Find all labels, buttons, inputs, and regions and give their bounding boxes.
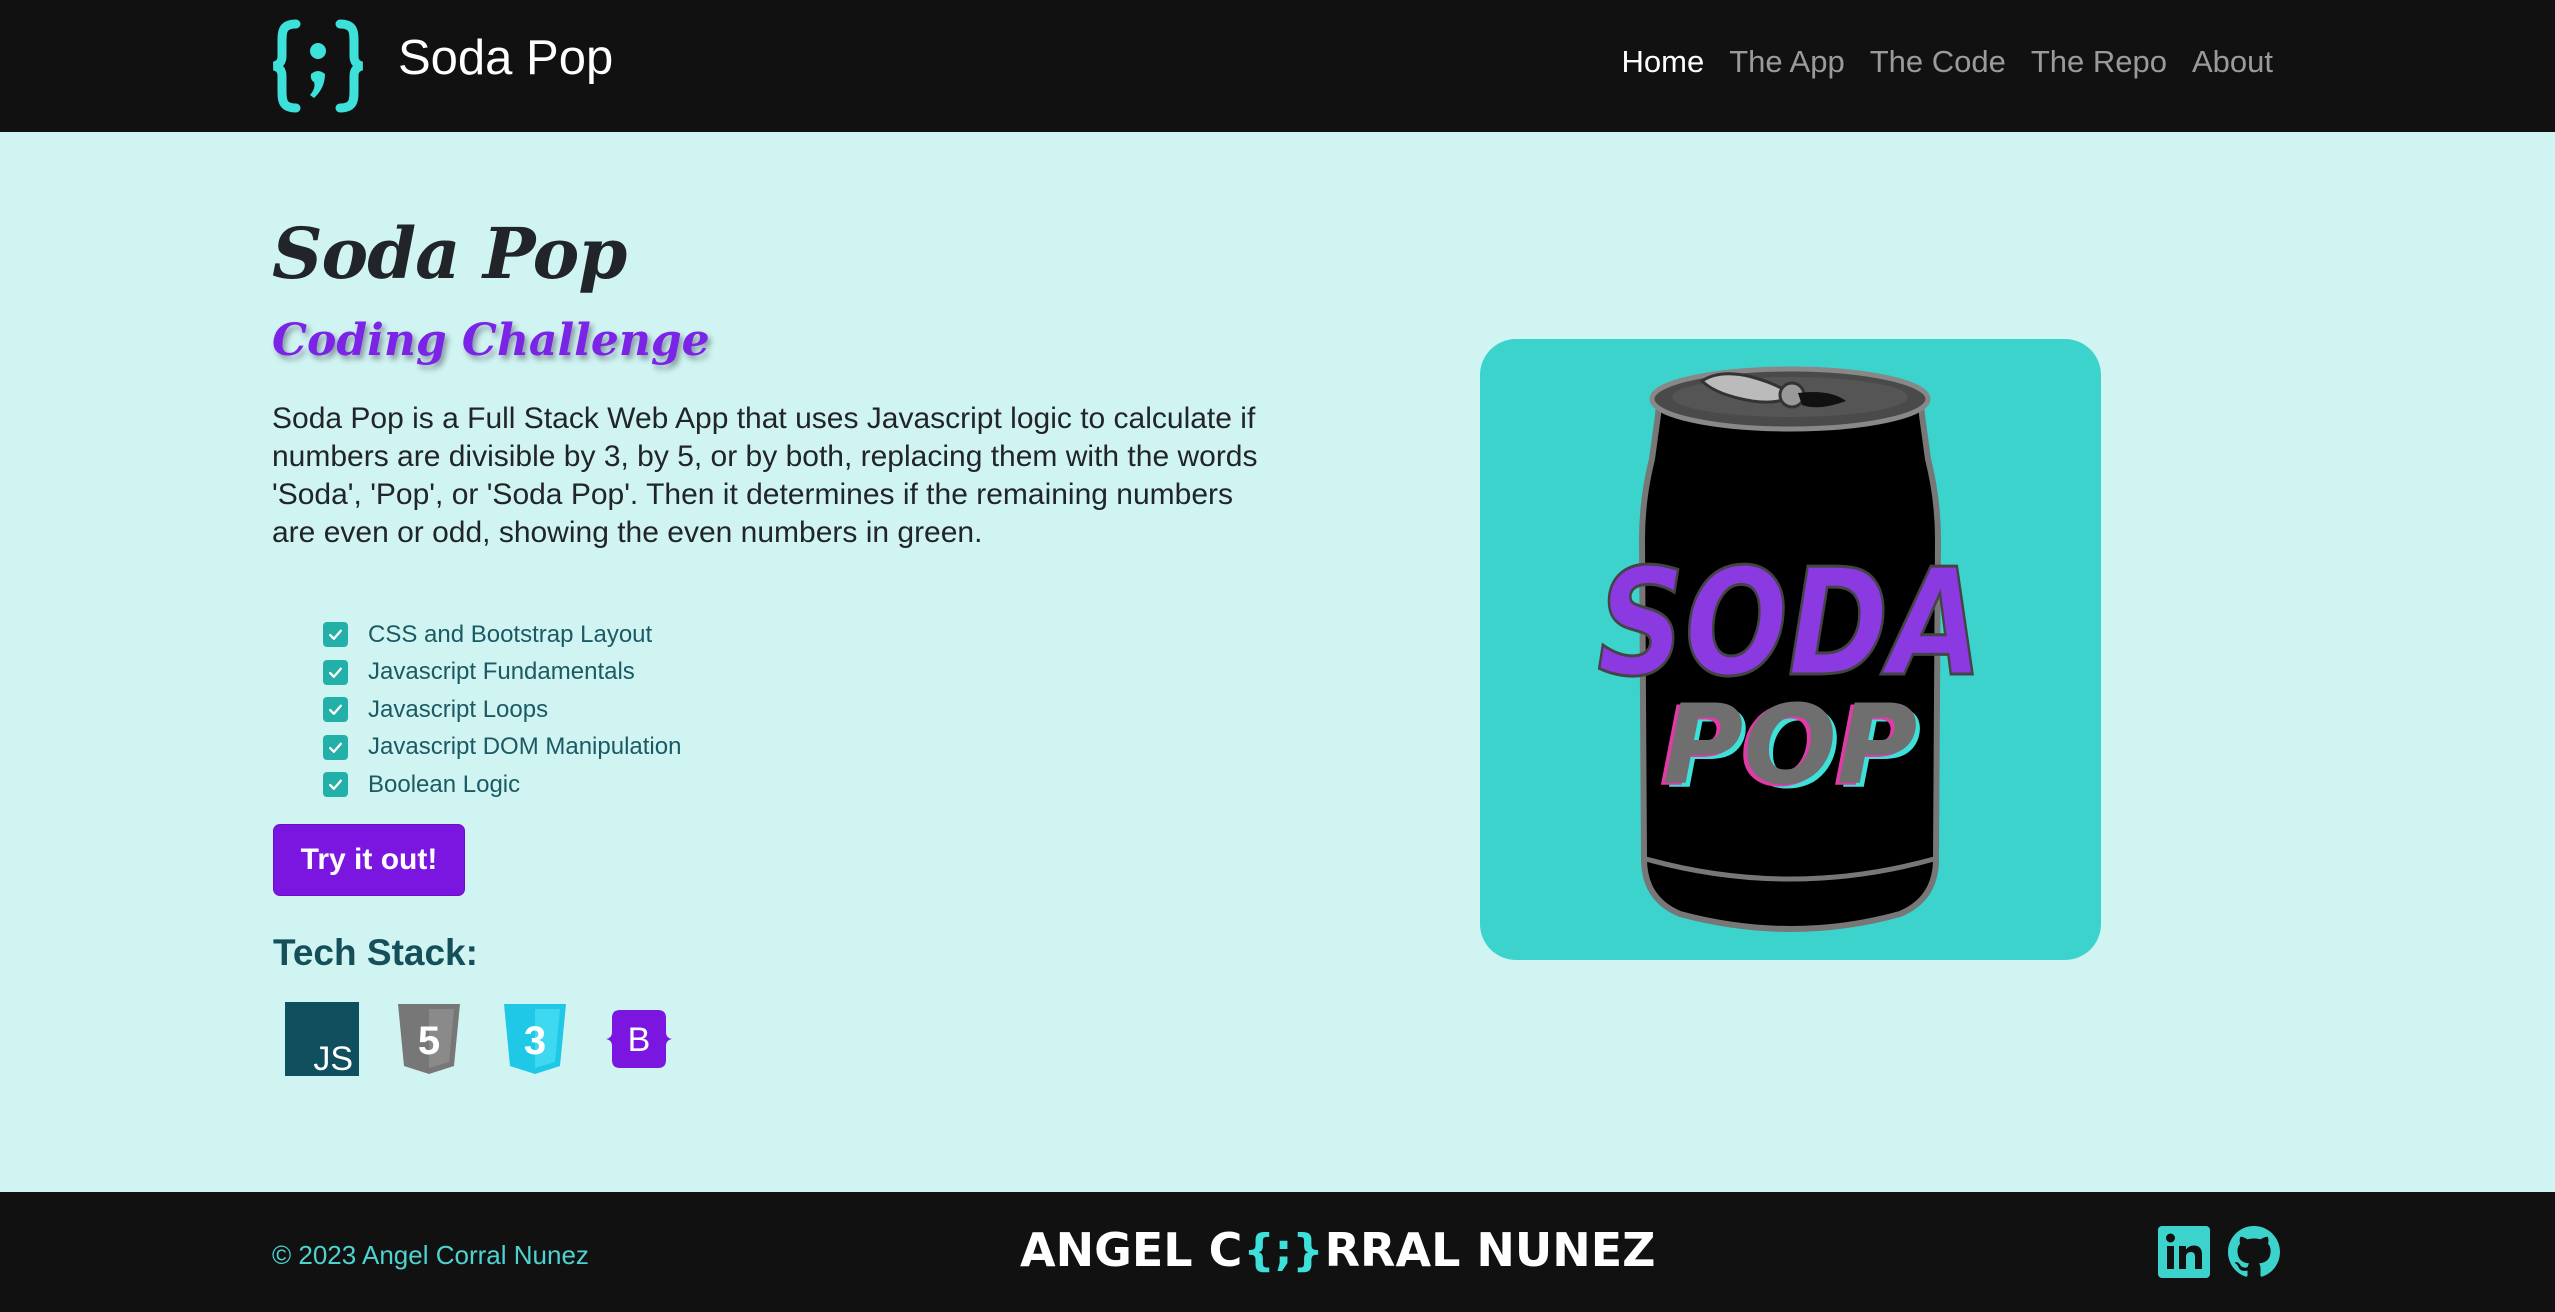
tech-stack-heading: Tech Stack: [273,932,478,973]
feature-label: Javascript Loops [368,695,549,723]
html5-icon-label: 5 [418,1019,440,1063]
github-icon[interactable] [2228,1226,2280,1278]
feature-item: Javascript Fundamentals [323,654,681,692]
html5-icon: 5 [398,1004,460,1074]
feature-item: Javascript Loops [323,691,681,729]
bootstrap-icon-label: B [628,1021,651,1059]
feature-label: CSS and Bootstrap Layout [368,620,653,648]
nav-link-about[interactable]: About [2192,44,2273,80]
nav-links: Home The App The Code The Repo About [1622,44,2273,80]
checkbox-checked-icon [323,659,348,685]
feature-label: Javascript Fundamentals [368,658,635,686]
brand-link[interactable]: Soda Pop [270,18,613,114]
page-title: Soda Pop [272,212,627,295]
javascript-icon-label: JS [313,1040,353,1076]
footer: © 2023 Angel Corral Nunez ANGEL C {;} RR… [0,1192,2555,1312]
feature-item: Boolean Logic [323,766,681,804]
feature-item: Javascript DOM Manipulation [323,729,681,767]
bootstrap-icon: B [606,1010,672,1068]
checkbox-checked-icon [323,734,348,760]
brand-name: Soda Pop [398,31,614,85]
copyright-text: © 2023 Angel Corral Nunez [272,1240,589,1270]
feature-label: Javascript DOM Manipulation [368,733,682,761]
feature-label: Boolean Logic [368,770,521,798]
nav-link-home[interactable]: Home [1622,44,1705,80]
try-it-out-button[interactable]: Try it out! [273,824,465,896]
checkbox-checked-icon [323,622,348,648]
javascript-icon: JS [285,1002,359,1076]
nav-link-the-app[interactable]: The App [1729,44,1844,80]
feature-list: CSS and Bootstrap Layout Javascript Fund… [323,616,681,804]
checkbox-checked-icon [323,772,348,798]
main-content: Soda Pop Coding Challenge Soda Pop is a … [0,132,2555,1192]
feature-item: CSS and Bootstrap Layout [323,616,681,654]
footer-brand: ANGEL C {;} RRAL NUNEZ [1020,1222,1656,1278]
nav-link-the-repo[interactable]: The Repo [2031,44,2167,80]
css3-icon: 3 [504,1004,566,1074]
navbar: Soda Pop Home The App The Code The Repo … [0,0,2555,132]
app-description: Soda Pop is a Full Stack Web App that us… [272,402,1258,549]
code-braces-logo-icon [270,18,366,114]
page-subtitle: Coding Challenge [272,315,710,366]
soda-can-image: SODA POP POP POP [1596,366,1984,932]
footer-brand-last: RRAL NUNEZ [1324,1223,1656,1277]
hero-image-card: SODA POP POP POP [1480,339,2101,960]
css3-icon-label: 3 [524,1019,546,1063]
footer-brand-braces: {;} [1243,1224,1324,1276]
checkbox-checked-icon [323,697,348,723]
nav-link-the-code[interactable]: The Code [1870,44,2006,80]
footer-brand-first: ANGEL C [1020,1223,1243,1277]
can-label-bottom: POP [1663,681,1918,809]
linkedin-icon[interactable] [2158,1226,2210,1278]
